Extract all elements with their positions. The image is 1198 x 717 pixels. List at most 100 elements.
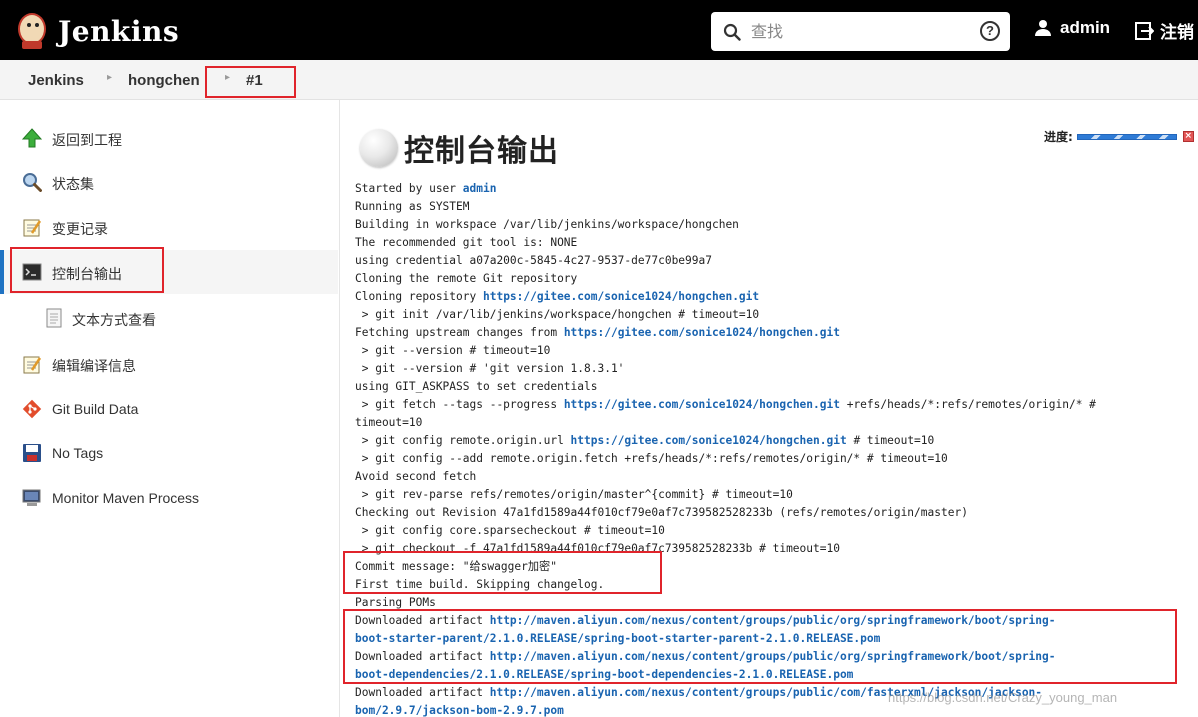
console-text: > git fetch --tags --progress	[355, 398, 564, 411]
console-text: > git --version # 'git version 1.8.3.1'	[355, 362, 625, 375]
sidebar: 返回到工程 状态集 变更记录 控制台输出 文本方式查看 编辑编译信息 Git B…	[0, 100, 340, 717]
console-text: > git rev-parse refs/remotes/origin/mast…	[355, 488, 793, 501]
highlight-box	[205, 66, 296, 98]
progress-bar	[1076, 133, 1177, 140]
sidebar-item-label: 变更记录	[52, 222, 108, 238]
console-line: using credential a07a200c-5845-4c27-9537…	[355, 252, 1195, 270]
progress-label: 进度:	[1044, 130, 1073, 144]
sidebar-item-edit-build-info[interactable]: 编辑编译信息	[0, 342, 338, 386]
console-text: # timeout=10	[846, 434, 935, 447]
search-input[interactable]	[751, 22, 961, 41]
console-line: > git init /var/lib/jenkins/workspace/ho…	[355, 306, 1195, 324]
logout-icon	[1134, 21, 1154, 41]
breadcrumb-jenkins[interactable]: Jenkins	[28, 72, 84, 89]
search-box[interactable]: ?	[711, 12, 1010, 51]
console-line: Avoid second fetch	[355, 468, 1195, 486]
console-line: > git fetch --tags --progress https://gi…	[355, 396, 1195, 414]
console-line: Cloning repository https://gitee.com/son…	[355, 288, 1195, 306]
sidebar-item-label: 状态集	[52, 177, 94, 193]
console-line: Started by user admin	[355, 180, 1195, 198]
logout-button[interactable]: 注销	[1134, 18, 1194, 43]
console-text: Downloaded artifact	[355, 686, 490, 699]
sidebar-item-label: 返回到工程	[52, 133, 122, 149]
jenkins-butler-icon	[14, 11, 50, 51]
document-icon	[44, 308, 64, 328]
page-title: 控制台输出	[404, 134, 559, 169]
user-icon	[1034, 19, 1052, 37]
console-text: > git config remote.origin.url	[355, 434, 571, 447]
console-line: Building in workspace /var/lib/jenkins/w…	[355, 216, 1195, 234]
console-text: > git --version # timeout=10	[355, 344, 551, 357]
sidebar-item-status[interactable]: 状态集	[0, 160, 338, 204]
console-text: timeout=10	[355, 416, 423, 429]
search-icon	[723, 23, 741, 41]
magnifier-icon	[22, 172, 42, 192]
breadcrumb-project[interactable]: hongchen	[128, 72, 200, 89]
breadcrumb: Jenkins ▸ hongchen ▸ #1	[0, 60, 1198, 100]
console-text: Cloning repository	[355, 290, 483, 303]
console-line: > git config core.sparsecheckout # timeo…	[355, 522, 1195, 540]
console-line: The recommended git tool is: NONE	[355, 234, 1195, 252]
console-text: Building in workspace /var/lib/jenkins/w…	[355, 218, 739, 231]
sidebar-item-back-to-project[interactable]: 返回到工程	[0, 116, 338, 160]
console-line: Running as SYSTEM	[355, 198, 1195, 216]
highlight-box	[343, 551, 662, 594]
console-text: using credential a07a200c-5845-4c27-9537…	[355, 254, 712, 267]
sidebar-item-label: 编辑编译信息	[52, 359, 136, 375]
top-header: Jenkins ? admin 注销	[0, 0, 1198, 60]
main-content: 控制台输出 进度: × Started by user admin Running…	[340, 100, 1198, 717]
progress-indicator: 进度: ×	[1044, 128, 1194, 145]
sidebar-item-label: Git Build Data	[52, 401, 139, 417]
notepad-icon	[22, 217, 42, 237]
sidebar-item-git-build-data[interactable]: Git Build Data	[0, 387, 338, 431]
breadcrumb-separator: ▸	[107, 72, 113, 83]
console-link[interactable]: admin	[463, 182, 497, 195]
stop-build-icon[interactable]: ×	[1182, 131, 1194, 142]
console-text: using GIT_ASKPASS to set credentials	[355, 380, 598, 393]
build-status-ball-icon	[360, 129, 398, 167]
monitor-icon	[22, 488, 42, 508]
console-line: > git config remote.origin.url https://g…	[355, 432, 1195, 450]
sidebar-item-no-tags[interactable]: No Tags	[0, 431, 338, 475]
up-arrow-icon	[21, 128, 43, 148]
console-link[interactable]: https://gitee.com/sonice1024/hongchen.gi…	[483, 290, 759, 303]
console-text: Fetching upstream changes from	[355, 326, 564, 339]
console-line: > git --version # timeout=10	[355, 342, 1195, 360]
jenkins-logo-link[interactable]: Jenkins	[14, 8, 179, 54]
console-text: Checking out Revision 47a1fd1589a44f010c…	[355, 506, 968, 519]
highlight-box	[343, 609, 1177, 684]
console-text: Started by user	[355, 182, 463, 195]
console-text: Avoid second fetch	[355, 470, 477, 483]
git-icon	[22, 399, 42, 419]
console-line: Fetching upstream changes from https://g…	[355, 324, 1195, 342]
highlight-box	[10, 247, 164, 293]
console-line: using GIT_ASKPASS to set credentials	[355, 378, 1195, 396]
console-link[interactable]: bom/2.9.7/jackson-bom-2.9.7.pom	[355, 704, 564, 717]
logout-label: 注销	[1160, 23, 1194, 43]
console-line: > git --version # 'git version 1.8.3.1'	[355, 360, 1195, 378]
console-text: > git config core.sparsecheckout # timeo…	[355, 524, 665, 537]
console-text: +refs/heads/*:refs/remotes/origin/* #	[839, 398, 1096, 411]
sidebar-item-label: 文本方式查看	[72, 313, 156, 329]
console-text: Cloning the remote Git repository	[355, 272, 578, 285]
console-link[interactable]: https://gitee.com/sonice1024/hongchen.gi…	[564, 326, 840, 339]
console-text: Parsing POMs	[355, 596, 436, 609]
console-line: > git config --add remote.origin.fetch +…	[355, 450, 1195, 468]
sidebar-item-plain-text[interactable]: 文本方式查看	[0, 296, 338, 340]
sidebar-item-label: Monitor Maven Process	[52, 490, 200, 506]
user-name: admin	[1060, 18, 1111, 37]
sidebar-item-monitor-maven[interactable]: Monitor Maven Process	[0, 476, 338, 520]
console-line: > git rev-parse refs/remotes/origin/mast…	[355, 486, 1195, 504]
console-text: Running as SYSTEM	[355, 200, 470, 213]
sidebar-item-label: No Tags	[52, 445, 104, 461]
console-text: > git config --add remote.origin.fetch +…	[355, 452, 948, 465]
notepad-icon	[22, 354, 42, 374]
sidebar-item-changes[interactable]: 变更记录	[0, 205, 338, 249]
console-link[interactable]: https://gitee.com/sonice1024/hongchen.gi…	[571, 434, 847, 447]
console-line: Cloning the remote Git repository	[355, 270, 1195, 288]
console-link[interactable]: https://gitee.com/sonice1024/hongchen.gi…	[564, 398, 840, 411]
user-menu[interactable]: admin	[1034, 18, 1110, 38]
console-text: > git init /var/lib/jenkins/workspace/ho…	[355, 308, 760, 321]
help-icon[interactable]: ?	[980, 21, 1000, 41]
save-icon	[22, 443, 42, 463]
